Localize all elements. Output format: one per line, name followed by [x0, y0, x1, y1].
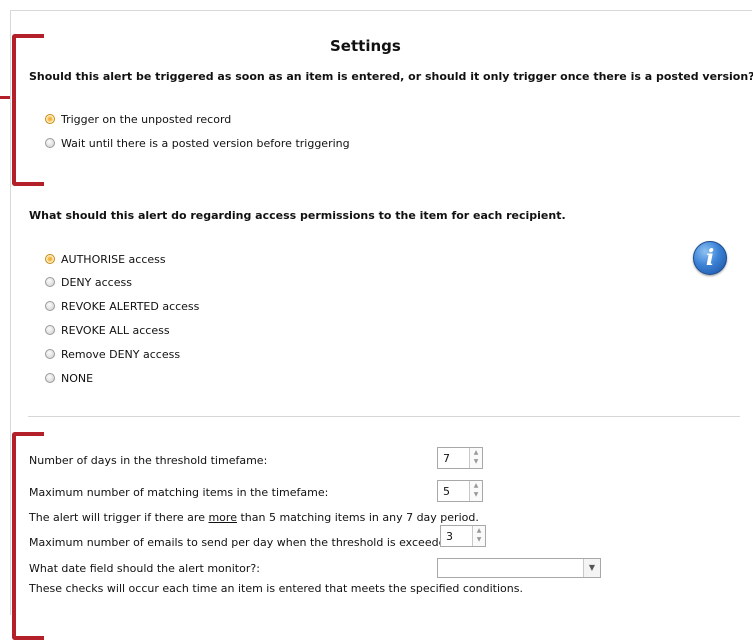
- radio-button[interactable]: [45, 325, 55, 335]
- radio-none[interactable]: NONE: [45, 370, 93, 386]
- annotation-edge-mark: [0, 96, 10, 99]
- section-divider: [28, 416, 740, 417]
- date-field-select[interactable]: ▼: [437, 558, 601, 578]
- radio-label: Trigger on the unposted record: [61, 112, 232, 126]
- radio-label: Remove DENY access: [61, 347, 181, 361]
- date-field-label: What date field should the alert monitor…: [29, 562, 260, 575]
- max-items-label: Maximum number of matching items in the …: [29, 486, 329, 499]
- radio-trigger-unposted[interactable]: Trigger on the unposted record: [45, 111, 231, 127]
- radio-deny-access[interactable]: DENY access: [45, 274, 132, 290]
- radio-button[interactable]: [45, 277, 55, 287]
- radio-label: Wait until there is a posted version bef…: [61, 136, 350, 150]
- radio-label: REVOKE ALL access: [61, 323, 170, 337]
- days-threshold-stepper[interactable]: 7 ▲ ▼: [437, 447, 483, 469]
- radio-button-selected[interactable]: [45, 254, 55, 264]
- radio-wait-posted[interactable]: Wait until there is a posted version bef…: [45, 135, 350, 151]
- radio-button[interactable]: [45, 138, 55, 148]
- max-items-stepper[interactable]: 5 ▲ ▼: [437, 480, 483, 502]
- radio-authorise-access[interactable]: AUTHORISE access: [45, 251, 166, 267]
- radio-label: REVOKE ALERTED access: [61, 299, 200, 313]
- annotation-bracket-top: [12, 34, 44, 186]
- days-threshold-label: Number of days in the threshold timefame…: [29, 454, 268, 467]
- max-emails-label: Maximum number of emails to send per day…: [29, 536, 457, 549]
- page-title: Settings: [330, 37, 401, 55]
- radio-button[interactable]: [45, 373, 55, 383]
- radio-label: NONE: [61, 371, 94, 385]
- radio-label: AUTHORISE access: [61, 252, 166, 266]
- stepper-value: 7: [443, 452, 450, 465]
- radio-revoke-all-access[interactable]: REVOKE ALL access: [45, 322, 170, 338]
- checks-info-text: These checks will occur each time an ite…: [29, 582, 523, 595]
- stepper-value: 5: [443, 485, 450, 498]
- trigger-question: Should this alert be triggered as soon a…: [29, 70, 753, 83]
- trigger-info-text: The alert will trigger if there are more…: [29, 511, 479, 524]
- chevron-down-icon[interactable]: ▼: [583, 559, 600, 577]
- info-icon[interactable]: i: [693, 241, 727, 275]
- radio-label: DENY access: [61, 275, 132, 289]
- radio-button[interactable]: [45, 301, 55, 311]
- stepper-arrows-icon[interactable]: ▲ ▼: [472, 526, 485, 546]
- max-emails-stepper[interactable]: 3 ▲ ▼: [440, 525, 486, 547]
- permissions-question: What should this alert do regarding acce…: [29, 209, 566, 222]
- stepper-arrows-icon[interactable]: ▲ ▼: [469, 448, 482, 468]
- radio-revoke-alerted-access[interactable]: REVOKE ALERTED access: [45, 298, 199, 314]
- radio-button[interactable]: [45, 349, 55, 359]
- stepper-arrows-icon[interactable]: ▲ ▼: [469, 481, 482, 501]
- radio-button-selected[interactable]: [45, 114, 55, 124]
- radio-remove-deny-access[interactable]: Remove DENY access: [45, 346, 180, 362]
- stepper-value: 3: [446, 530, 453, 543]
